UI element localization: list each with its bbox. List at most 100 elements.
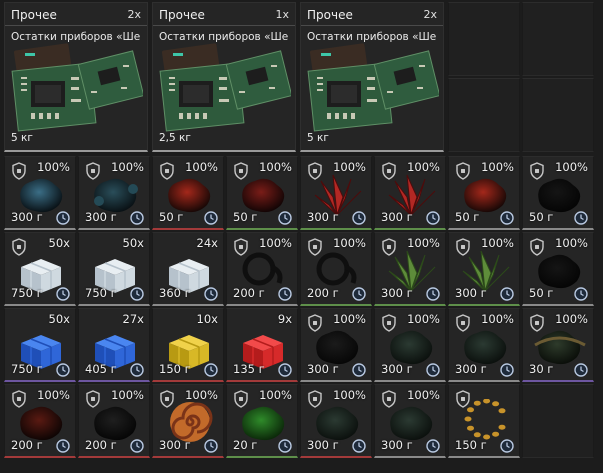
inventory-slot[interactable]: 50x 750 г: [4, 232, 76, 306]
item-weight: 150 г: [159, 362, 191, 376]
item-badge: 100%: [185, 160, 218, 174]
shield-icon: [381, 162, 397, 180]
inventory-slot[interactable]: 100% 50 г: [448, 156, 520, 230]
clock-icon: [574, 286, 588, 301]
item-weight: 135 г: [233, 362, 265, 376]
shield-icon: [381, 238, 397, 256]
inventory-slot[interactable]: 100% 50 г: [152, 156, 224, 230]
item-badge: 100%: [333, 312, 366, 326]
slot-header: Прочее 2x: [301, 3, 443, 26]
slot-header: Прочее 1x: [153, 3, 295, 26]
shield-icon: [11, 162, 27, 180]
shield-icon: [529, 238, 545, 256]
inventory-slot[interactable]: 100% 300 г: [374, 384, 446, 458]
clock-icon: [426, 286, 440, 301]
item-weight: 300 г: [381, 210, 413, 224]
item-weight: 200 г: [233, 286, 265, 300]
inventory-slot[interactable]: 50x 750 г: [78, 232, 150, 306]
item-weight: 300 г: [455, 362, 487, 376]
inventory-slot[interactable]: 100% 300 г: [300, 384, 372, 458]
shield-icon: [159, 390, 175, 408]
clock-icon: [352, 286, 366, 301]
inventory-slot[interactable]: 100% 300 г: [374, 232, 446, 306]
item-weight: 200 г: [85, 438, 117, 452]
inventory-slot[interactable]: 100% 50 г: [226, 156, 298, 230]
item-badge: 100%: [259, 388, 292, 402]
inventory-slot[interactable]: 100% 300 г: [300, 308, 372, 382]
inventory-slot[interactable]: 100% 300 г: [78, 156, 150, 230]
empty-slot[interactable]: [522, 2, 594, 76]
item-badge: 100%: [407, 236, 440, 250]
clock-icon: [500, 362, 514, 377]
inventory-slot[interactable]: 100% 300 г: [300, 156, 372, 230]
inventory-slot[interactable]: 10x 150 г: [152, 308, 224, 382]
empty-slot[interactable]: [522, 78, 594, 152]
inventory-slot[interactable]: 100% 200 г: [226, 232, 298, 306]
item-weight: 30 г: [529, 362, 554, 376]
large-item-slot[interactable]: Прочее 2x Остатки приборов «Ше... 5 кг: [4, 2, 148, 152]
shield-icon: [233, 390, 249, 408]
clock-icon: [500, 210, 514, 225]
inventory-slot[interactable]: 100% 300 г: [448, 232, 520, 306]
shield-icon: [307, 314, 323, 332]
empty-slot[interactable]: [448, 78, 520, 152]
item-badge: 50x: [48, 312, 70, 326]
item-category: Прочее: [159, 8, 205, 22]
shield-icon: [11, 390, 27, 408]
inventory-slot[interactable]: 100% 200 г: [78, 384, 150, 458]
clock-icon: [574, 210, 588, 225]
inventory-slot[interactable]: 100% 50 г: [522, 232, 594, 306]
shield-icon: [85, 162, 101, 180]
inventory-slot[interactable]: 27x 405 г: [78, 308, 150, 382]
inventory-slot[interactable]: 9x 135 г: [226, 308, 298, 382]
item-weight: 200 г: [307, 286, 339, 300]
inventory-slot[interactable]: 100% 300 г: [374, 308, 446, 382]
inventory-slot[interactable]: 100% 300 г: [152, 384, 224, 458]
inventory-grid: Прочее 2x Остатки приборов «Ше... 5 кг Проч…: [0, 0, 603, 473]
inventory-slot[interactable]: 100% 300 г: [374, 156, 446, 230]
inventory-slot[interactable]: 100% 300 г: [4, 156, 76, 230]
item-badge: 50x: [122, 236, 144, 250]
inventory-slot[interactable]: 100% 200 г: [300, 232, 372, 306]
inventory-slot[interactable]: 100% 20 г: [226, 384, 298, 458]
item-badge: 10x: [196, 312, 218, 326]
clock-icon: [204, 210, 218, 225]
clock-icon: [130, 438, 144, 453]
item-weight: 5 кг: [307, 132, 329, 144]
inventory-slot[interactable]: 150 г: [448, 384, 520, 458]
inventory-slot[interactable]: 100% 30 г: [522, 308, 594, 382]
item-badge: 100%: [111, 388, 144, 402]
inventory-slot[interactable]: 24x 360 г: [152, 232, 224, 306]
item-weight: 50 г: [529, 286, 554, 300]
item-badge: 100%: [259, 160, 292, 174]
shield-icon: [307, 390, 323, 408]
clock-icon: [204, 438, 218, 453]
empty-slot[interactable]: [448, 2, 520, 76]
item-weight: 750 г: [85, 286, 117, 300]
item-weight: 5 кг: [11, 132, 33, 144]
clock-icon: [426, 362, 440, 377]
item-badge: 100%: [481, 236, 514, 250]
item-weight: 2,5 кг: [159, 132, 191, 144]
item-count: 2x: [127, 8, 141, 21]
clock-icon: [56, 286, 70, 301]
item-badge: 24x: [196, 236, 218, 250]
item-weight: 300 г: [307, 362, 339, 376]
item-category: Прочее: [307, 8, 353, 22]
item-weight: 50 г: [455, 210, 480, 224]
empty-slot[interactable]: [522, 384, 594, 458]
inventory-slot[interactable]: 50x 750 г: [4, 308, 76, 382]
inventory-slot[interactable]: 100% 300 г: [448, 308, 520, 382]
clock-icon: [426, 438, 440, 453]
item-weight: 50 г: [159, 210, 184, 224]
slot-header: Прочее 2x: [5, 3, 147, 26]
large-item-slot[interactable]: Прочее 2x Остатки приборов «Ше... 5 кг: [300, 2, 444, 152]
item-weight: 405 г: [85, 362, 117, 376]
large-item-slot[interactable]: Прочее 1x Остатки приборов «Ше... 2,5 кг: [152, 2, 296, 152]
item-name: Остатки приборов «Ше...: [11, 31, 141, 43]
item-weight: 50 г: [529, 210, 554, 224]
inventory-slot[interactable]: 100% 200 г: [4, 384, 76, 458]
shield-icon: [455, 162, 471, 180]
inventory-slot[interactable]: 100% 50 г: [522, 156, 594, 230]
circuit-board-icon: [159, 43, 293, 133]
